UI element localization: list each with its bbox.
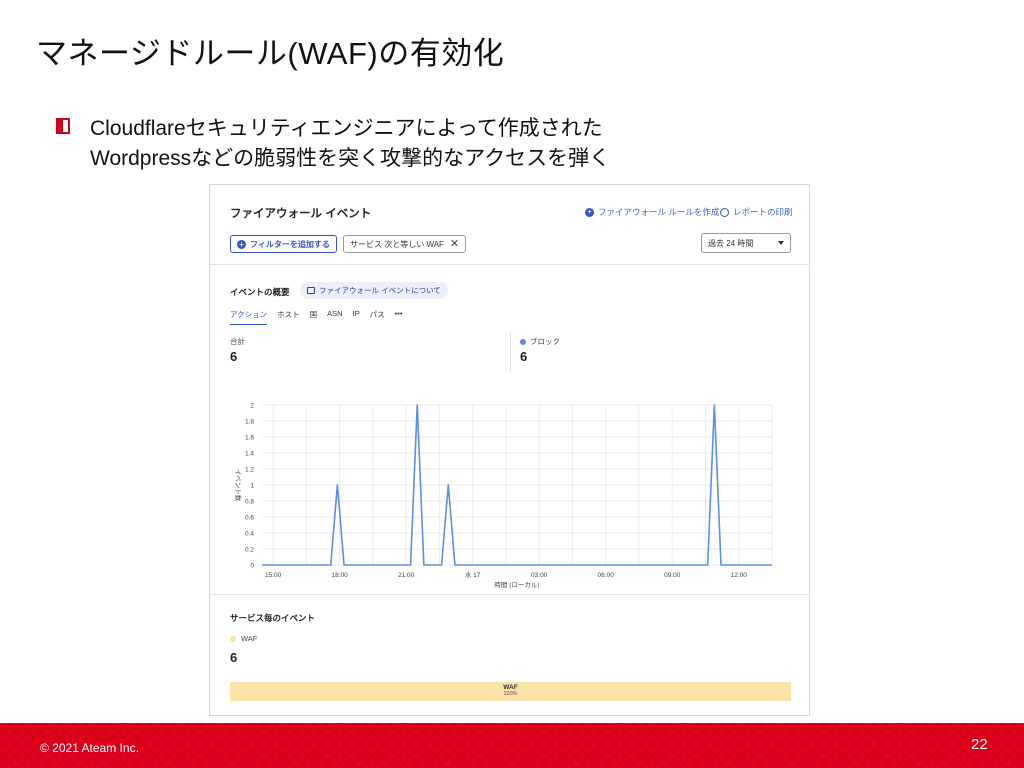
chevron-down-icon [778,241,784,245]
add-filter-label: フィルターを追加する [250,239,330,249]
y-axis-label: イベント数 [234,469,243,502]
y-tick-label: 2 [250,403,254,410]
y-tick-label: 0.4 [245,531,254,538]
x-tick-label: 水 17 [465,570,481,579]
tab-path[interactable]: パス [370,309,385,325]
x-tick-label: 12:00 [731,572,748,579]
services-title: サービス毎のイベント [230,613,316,623]
filter-chip[interactable]: サービス 次と等しい WAF ✕ [343,235,467,253]
book-icon [307,287,315,294]
slide-title: マネージドルール(WAF)の有効化 [36,36,505,71]
tab-host[interactable]: ホスト [277,309,300,325]
create-rule-label: ファイアウォール ルールを作成 [598,207,720,217]
y-tick-label: 1.8 [245,419,254,426]
panel-title: ファイアウォール イベント [230,208,372,220]
tab-country[interactable]: 国 [310,309,318,325]
block-dot-icon [520,338,526,345]
breakdown-tabs: アクション ホスト 国 ASN IP パス ••• [230,309,403,325]
x-tick-label: 15:00 [265,572,282,579]
block-legend[interactable]: ブロック [520,336,560,347]
y-tick-label: 1.2 [245,467,254,474]
footer-bar: © 2021 Ateam Inc. 22 [0,723,1024,768]
print-report-label: レポートの印刷 [733,207,793,217]
x-tick-label: 09:00 [664,572,681,579]
time-range-value: 過去 24 時間 [708,238,754,248]
plus-icon: + [237,239,246,249]
more-tabs-button[interactable]: ••• [395,309,403,325]
block-label: ブロック [530,337,560,346]
block-value: 6 [520,349,528,364]
create-firewall-rule-link[interactable]: + ファイアウォール ルールを作成 [585,206,719,218]
bullet-line-1: Cloudflareセキュリティエンジニアによって作成された [90,117,603,140]
overview-title: イベントの概要 [230,287,290,297]
bullet-block: Cloudflareセキュリティエンジニアによって作成された Wordpress… [56,114,756,174]
waf-bar-label: WAF [503,684,518,691]
panel-header: ファイアウォール イベント + ファイアウォール ルールを作成 レポートの印刷 … [210,185,809,265]
about-link-label: ファイアウォール イベントについて [319,286,441,295]
x-tick-label: 21:00 [398,572,415,579]
x-axis-label: 時間 (ローカル) [494,581,539,589]
bullet-line-2: Wordpressなどの脆弱性を突く攻撃的なアクセスを弾く [90,147,611,170]
close-icon[interactable]: ✕ [450,239,459,250]
x-tick-label: 18:00 [331,572,348,579]
y-tick-label: 1.6 [245,435,254,442]
time-range-select[interactable]: 過去 24 時間 [701,233,791,253]
y-tick-label: 0.8 [245,499,254,506]
copyright: © 2021 Ateam Inc. [40,741,139,755]
tab-ip[interactable]: IP [353,309,360,325]
waf-dot-icon [230,635,236,642]
bullet-text: Cloudflareセキュリティエンジニアによって作成された Wordpress… [90,114,756,174]
x-tick-label: 03:00 [531,572,548,579]
add-filter-button[interactable]: + フィルターを追加する [230,235,337,253]
footer-pattern [0,723,1024,768]
tab-action[interactable]: アクション [230,309,268,325]
x-tick-label: 06:00 [598,572,615,579]
y-tick-label: 0 [250,563,254,570]
firewall-events-screenshot: ファイアウォール イベント + ファイアウォール ルールを作成 レポートの印刷 … [209,184,810,716]
bullet-marker-icon [56,118,70,134]
print-report-link[interactable]: レポートの印刷 [720,206,793,218]
stat-divider [510,333,511,371]
y-tick-label: 1 [250,483,254,490]
y-tick-label: 0.2 [245,547,254,554]
waf-legend[interactable]: WAF [230,634,257,643]
waf-bar-percent: 100% [503,691,518,697]
events-by-service: サービス毎のイベント WAF 6 WAF 100% [210,594,809,716]
events-line-chart: 0 0.2 0.4 0.6 0.8 1 1.2 1.4 1.6 1.8 2 15:00 18:00 21:… [234,403,773,589]
about-firewall-events-link[interactable]: ファイアウォール イベントについて [300,282,448,299]
total-value: 6 [230,349,238,364]
waf-legend-label: WAF [241,634,258,643]
total-label: 合計 [230,337,245,346]
page-number: 22 [971,736,988,753]
y-tick-label: 0.6 [245,515,254,522]
print-icon [720,207,729,217]
tab-asn[interactable]: ASN [327,309,342,325]
filter-chip-label: サービス 次と等しい WAF [350,239,444,249]
waf-value: 6 [230,650,238,665]
waf-share-bar[interactable]: WAF 100% [230,682,791,701]
plus-circle-icon: + [585,207,594,217]
y-tick-label: 1.4 [245,451,254,458]
